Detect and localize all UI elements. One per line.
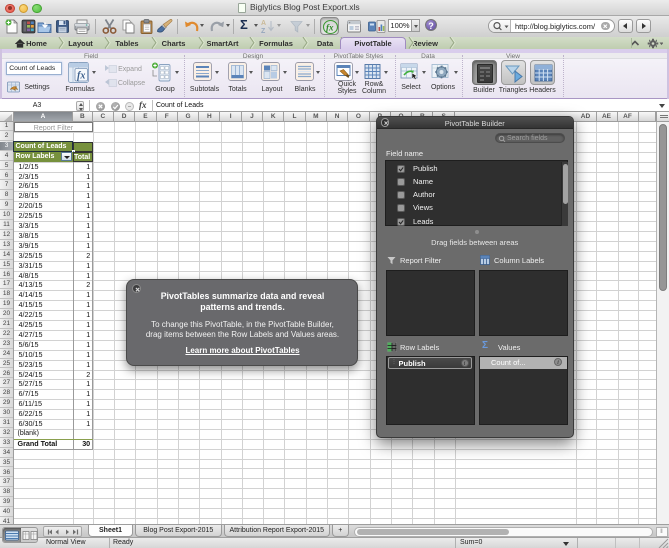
svg-text:A: A <box>261 20 266 27</box>
svg-text:fx: fx <box>326 22 334 32</box>
svg-text:fx: fx <box>77 70 85 81</box>
svg-text:Z: Z <box>261 28 266 35</box>
